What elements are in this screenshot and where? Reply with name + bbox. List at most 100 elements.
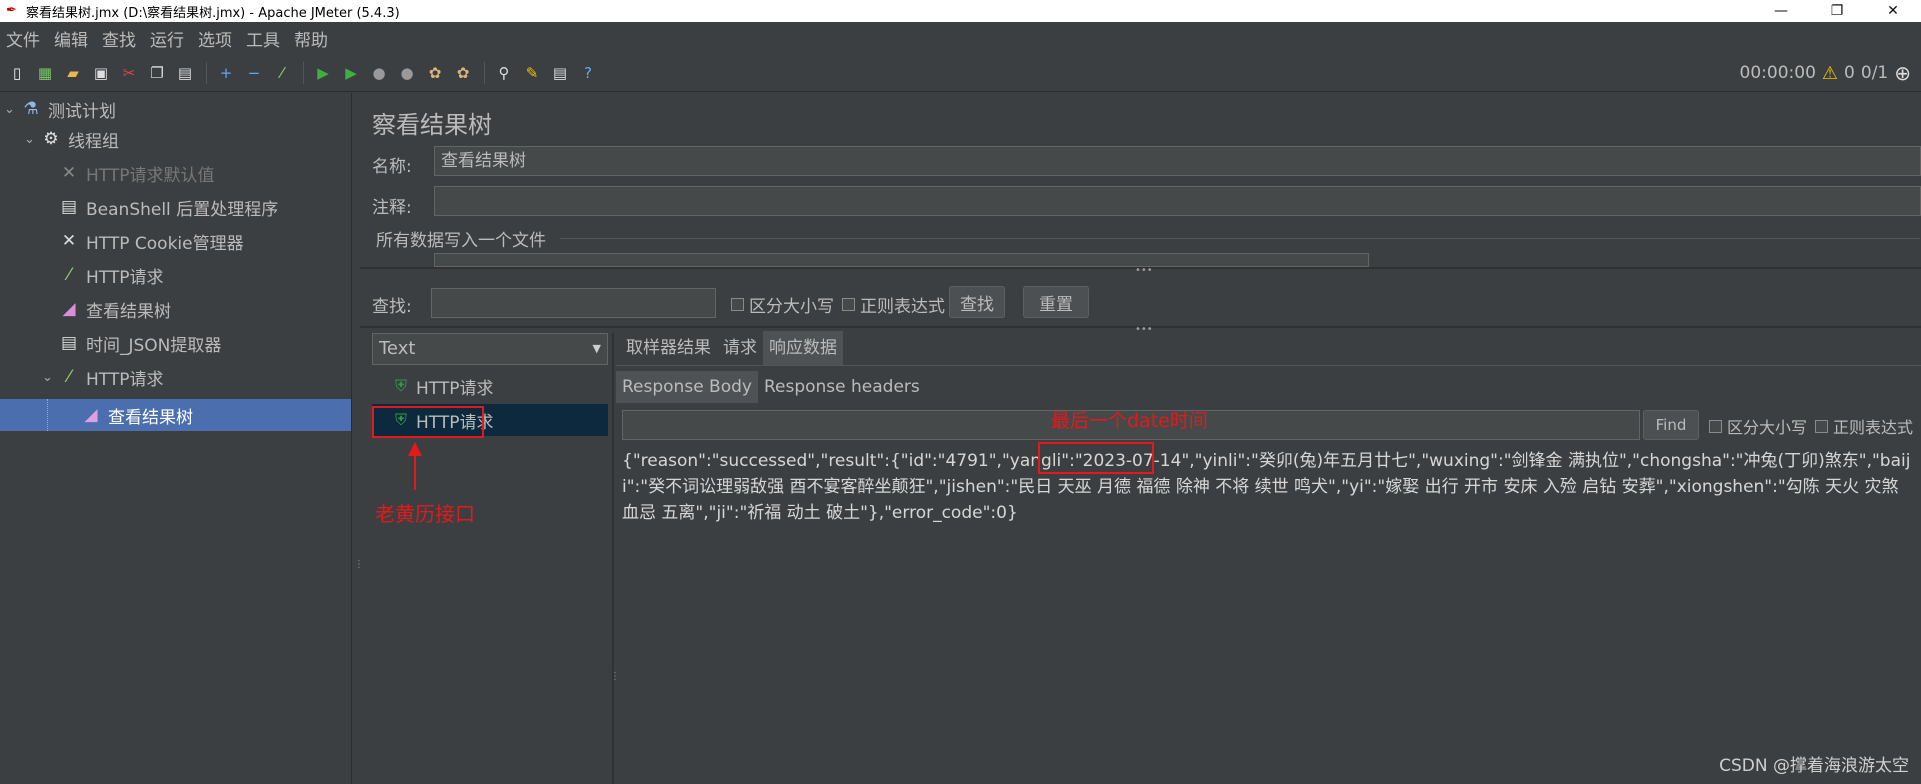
tree-item-test-plan[interactable]: ⌄ ⚗ 测试计划 [4,93,116,125]
search-binoculars-icon[interactable]: ⚲ [493,62,515,84]
tree-item-view-results-tree[interactable]: ◢ 查看结果树 [58,293,171,325]
tab-sampler-result[interactable]: 取样器结果 [620,331,717,365]
close-button[interactable]: ✕ [1865,0,1921,22]
menu-edit[interactable]: 编辑 [54,26,88,51]
menu-search[interactable]: 查找 [102,26,136,51]
tree-item-view-results-tree-selected[interactable]: ◢ 查看结果树 [0,399,351,431]
templates-icon[interactable]: ▦ [34,62,56,84]
test-plan-tree: ⌄ ⚗ 测试计划 ⌄ ⚙ 线程组 ✕ HTTP请求默认值 ▤ BeanShell… [0,93,352,784]
name-field[interactable]: 查看结果树 [434,146,1921,176]
tools-icon: ✕ [61,163,77,183]
toggle-icon[interactable]: ⁄ [271,62,293,84]
chart-icon: ◢ [62,299,76,319]
script-icon: ▤ [60,197,78,217]
watermark: CSDN @撑着海浪游太空 [1719,756,1909,776]
regex-label: 正则表达式 [860,297,945,317]
flask-icon: ⚗ [23,99,39,119]
tree-item-http-defaults[interactable]: ✕ HTTP请求默认值 [58,157,215,189]
sample-item[interactable]: ⛨ HTTP请求 [372,370,608,402]
case-sensitive-option[interactable]: 区分大小写 [731,292,834,317]
function-helper-icon[interactable]: ▤ [549,62,571,84]
warning-icon[interactable]: ⚠ [1822,63,1838,84]
reset-button[interactable]: 重置 [1023,286,1089,318]
window-controls: — ❐ ✕ [1753,0,1921,22]
filename-field[interactable] [434,253,1369,267]
find-regex-checkbox[interactable] [1815,419,1828,433]
tab-border [616,365,1921,366]
tab-request[interactable]: 请求 [717,331,763,365]
regex-option[interactable]: 正则表达式 [842,292,945,317]
view-results-tree-panel: 察看结果树 名称: 查看结果树 注释: 所有数据写入一个文件 ••• 查找: 区… [360,93,1921,784]
tree-item-http-request-2[interactable]: ⌄ ⁄ HTTP请求 [42,361,164,393]
clear-icon[interactable]: ✿ [424,62,446,84]
chevron-down-icon[interactable]: ⌄ [4,102,20,117]
clear-all-icon[interactable]: ✿ [452,62,474,84]
reset-search-icon[interactable]: ✎ [521,62,543,84]
tree-item-label: HTTP请求默认值 [86,165,215,186]
response-body-text[interactable]: {"reason":"successed","result":{"id":"47… [622,448,1912,526]
menu-file[interactable]: 文件 [6,26,40,51]
toolbar-separator [484,61,485,84]
regex-checkbox[interactable] [842,298,855,311]
menu-bar: 文件 编辑 查找 运行 选项 工具 帮助 [0,22,1921,54]
active-threads: 0/1 [1860,63,1889,83]
find-regex-label: 正则表达式 [1833,418,1914,437]
tab-response-body[interactable]: Response Body [616,371,758,403]
find-regex-option[interactable]: 正则表达式 [1815,414,1913,438]
start-icon[interactable]: ▶ [312,62,334,84]
annotation-arrow-label: 老黄历接口 [375,502,475,526]
chevron-down-icon[interactable]: ⌄ [42,370,58,385]
tree-item-label: 时间_JSON提取器 [86,335,222,356]
tree-item-cookie-manager[interactable]: ✕ HTTP Cookie管理器 [58,225,244,257]
tree-item-label: HTTP请求 [86,267,164,288]
pipette-icon: ⁄ [67,367,71,387]
find-case-checkbox[interactable] [1709,419,1722,433]
chart-icon: ◢ [84,405,98,425]
minimize-button[interactable]: — [1753,0,1809,22]
new-icon[interactable]: ▯ [6,62,28,84]
start-no-pauses-icon[interactable]: ▶ [340,62,362,84]
tree-item-thread-group[interactable]: ⌄ ⚙ 线程组 [24,123,119,155]
results-splitter[interactable] [612,333,614,784]
comment-field[interactable] [434,186,1921,216]
jmeter-feather-icon: ✒ [6,3,17,18]
elapsed-timer: 00:00:00 [1739,63,1816,83]
shutdown-icon[interactable]: ● [396,62,418,84]
script-icon: ▤ [60,333,78,353]
maximize-button[interactable]: ❐ [1809,0,1865,22]
case-sensitive-label: 区分大小写 [749,297,834,317]
menu-tools[interactable]: 工具 [246,26,280,51]
paste-icon[interactable]: ▤ [174,62,196,84]
toolbar-status: 00:00:00 ⚠ 0 0/1 ⊕ [1734,54,1911,92]
menu-run[interactable]: 运行 [150,26,184,51]
success-shield-icon: ⛨ [394,376,407,395]
open-icon[interactable]: ▰ [62,62,84,84]
copy-icon[interactable]: ❐ [146,62,168,84]
tree-guide-line [47,399,48,431]
save-icon[interactable]: ▣ [90,62,112,84]
help-icon[interactable]: ? [577,62,599,84]
tree-item-http-request[interactable]: ⁄ HTTP请求 [58,259,164,291]
expand-icon[interactable]: + [215,62,237,84]
find-case-option[interactable]: 区分大小写 [1709,414,1807,438]
cut-icon[interactable]: ✂ [118,62,140,84]
search-input[interactable] [431,288,716,318]
collapse-icon[interactable]: − [243,62,265,84]
menu-options[interactable]: 选项 [198,26,232,51]
search-button[interactable]: 查找 [949,286,1005,318]
menu-help[interactable]: 帮助 [294,26,328,51]
tab-response-data[interactable]: 响应数据 [763,331,843,365]
tree-item-beanshell[interactable]: ▤ BeanShell 后置处理程序 [58,191,278,223]
stop-icon[interactable]: ● [368,62,390,84]
renderer-select[interactable]: Text ▼ [372,333,608,365]
main-splitter[interactable]: ⋮ [352,93,364,784]
case-sensitive-checkbox[interactable] [731,298,744,311]
tab-response-headers[interactable]: Response headers [758,371,926,403]
renderer-value: Text [379,338,416,359]
response-text-before: {"reason":"successed","result":{"id":"47… [622,451,1083,471]
find-button[interactable]: Find [1643,410,1699,440]
chevron-down-icon[interactable]: ⌄ [24,132,40,147]
result-tabs: 取样器结果 请求 响应数据 [620,331,843,365]
tree-item-json-extractor[interactable]: ▤ 时间_JSON提取器 [58,327,221,359]
remote-start-icon[interactable]: ⊕ [1894,61,1911,85]
